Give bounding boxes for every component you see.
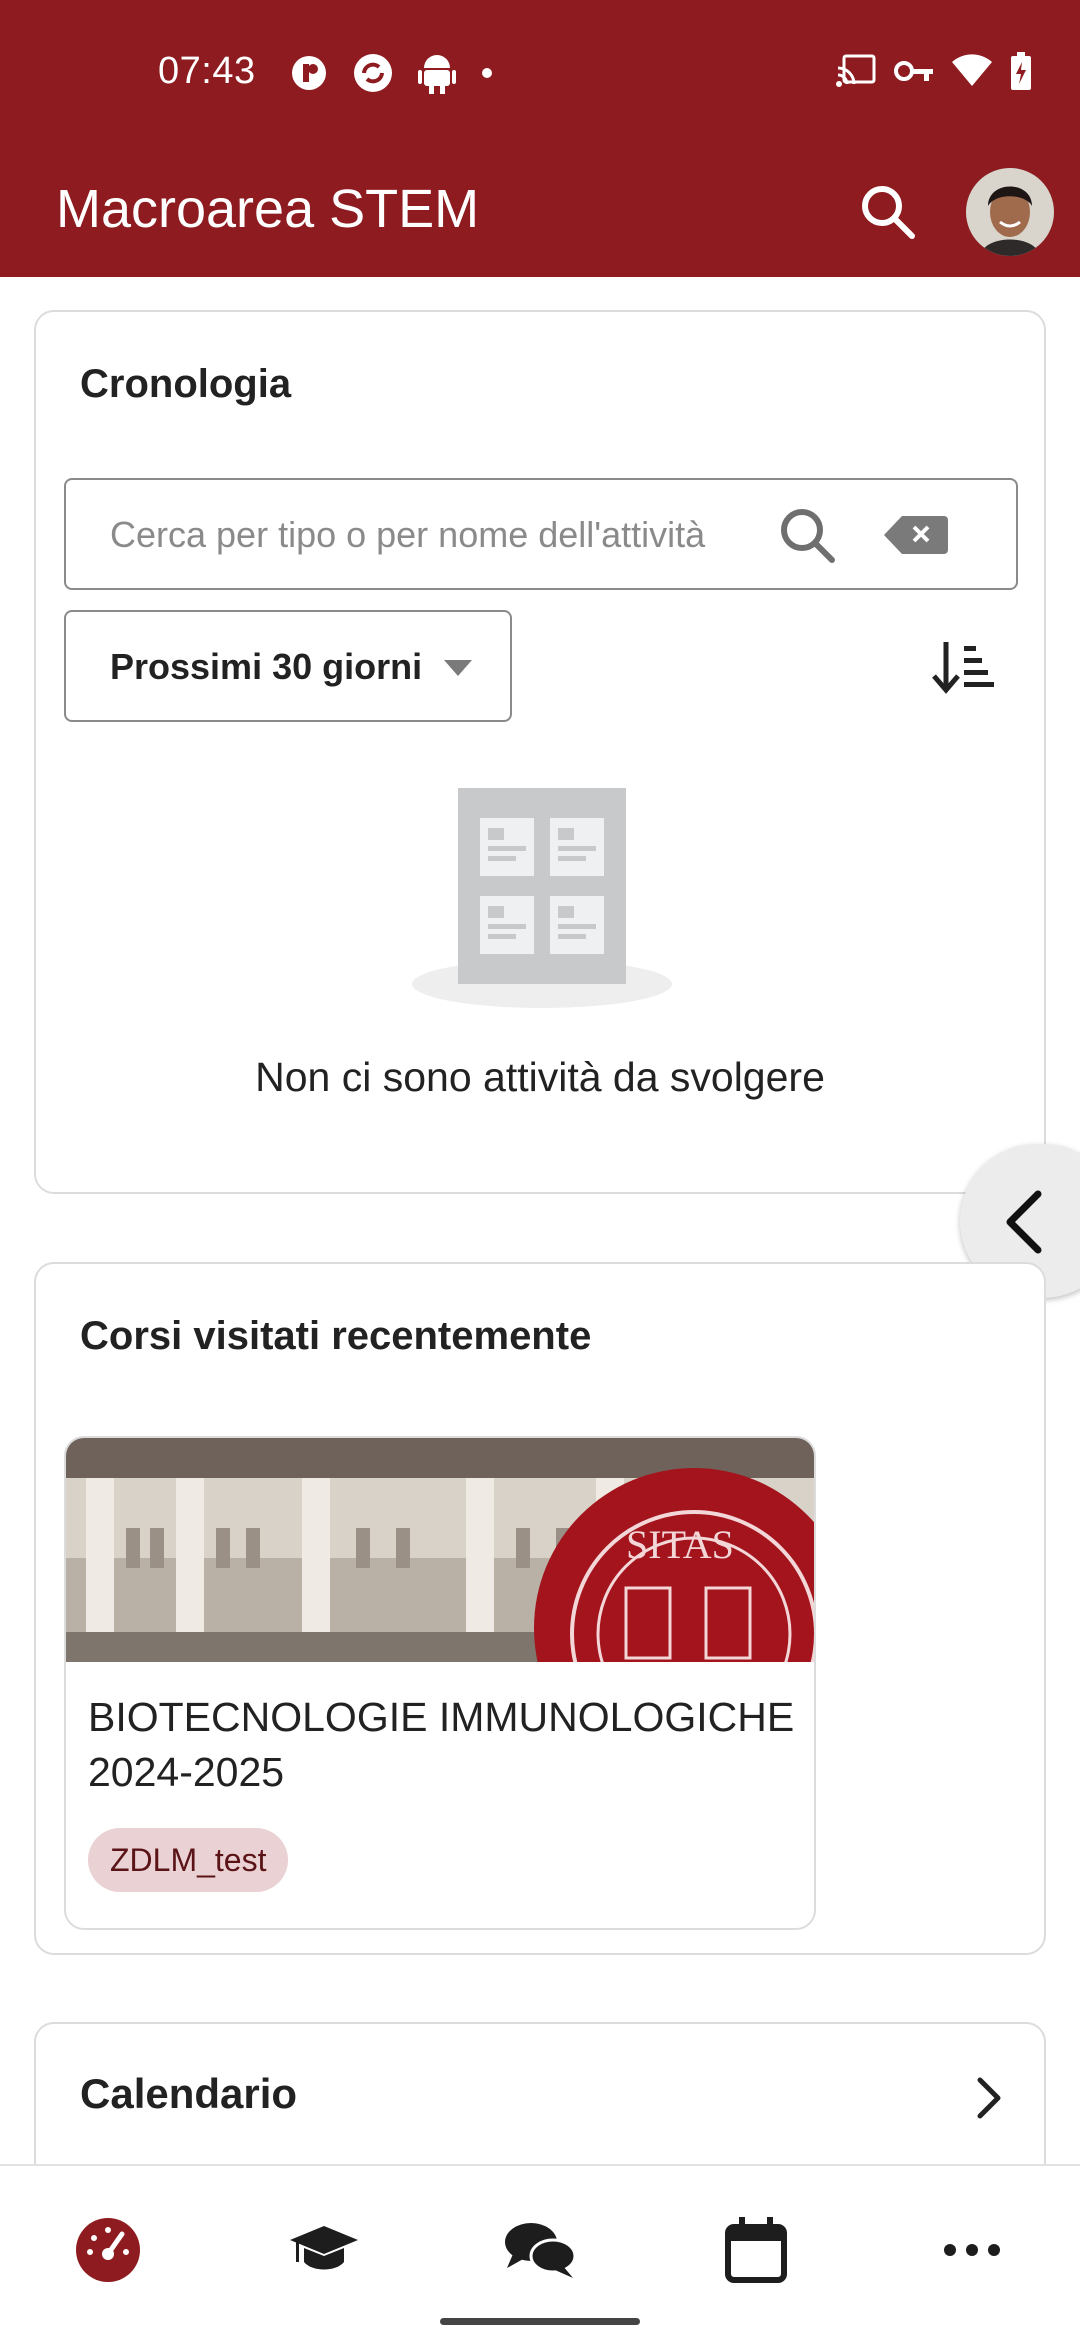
- chevron-down-icon: [444, 660, 472, 676]
- wifi-icon: [952, 54, 992, 86]
- app-bar: Macroarea STEM: [0, 150, 1080, 277]
- nav-calendar[interactable]: [706, 2200, 806, 2300]
- app-notification-icon: [292, 56, 326, 90]
- timeline-search-input[interactable]: Cerca per tipo o per nome dell'attività: [64, 478, 1018, 590]
- android-icon: [418, 55, 456, 94]
- recent-courses-card: Corsi visitati recentemente SITAS BIOTEC…: [34, 1262, 1046, 1955]
- chevron-right-icon: [977, 2077, 1001, 2119]
- cast-icon: [836, 54, 876, 87]
- nav-more[interactable]: [922, 2200, 1022, 2300]
- messages-icon: [505, 2223, 577, 2278]
- nav-dashboard[interactable]: [58, 2200, 158, 2300]
- filter-label: Prossimi 30 giorni: [110, 646, 423, 687]
- timeline-card: Cronologia Cerca per tipo o per nome del…: [34, 310, 1046, 1194]
- clear-search-icon[interactable]: [884, 514, 948, 556]
- recent-courses-title: Corsi visitati recentemente: [80, 1314, 592, 1358]
- search-icon[interactable]: [774, 502, 840, 568]
- course-name: BIOTECNOLOGIE IMMUNOLOGICHE 2024-2025: [88, 1694, 795, 1795]
- system-icons: [836, 52, 1032, 90]
- more-icon: [944, 2244, 1000, 2256]
- nav-courses[interactable]: [274, 2200, 374, 2300]
- notification-icons: [290, 52, 494, 94]
- status-bar: 07:43: [0, 0, 1080, 150]
- dashboard-icon: [76, 2218, 140, 2282]
- empty-message: Non ci sono attività da svolgere: [255, 1054, 825, 1100]
- calendar-icon: [725, 2217, 787, 2283]
- nav-messages[interactable]: [490, 2200, 590, 2300]
- avatar[interactable]: [966, 168, 1054, 256]
- calendar-title: Calendario: [80, 2070, 298, 2117]
- date-filter-select[interactable]: Prossimi 30 giorni: [64, 610, 512, 722]
- dot-icon: [482, 68, 492, 78]
- calendar-card[interactable]: Calendario: [34, 2022, 1046, 2182]
- course-image: SITAS: [66, 1438, 814, 1662]
- user-photo: [966, 168, 1054, 256]
- bottom-navigation: [0, 2164, 1080, 2342]
- sync-notification-icon: [354, 54, 392, 92]
- home-indicator[interactable]: [440, 2318, 640, 2325]
- page-title: Macroarea STEM: [56, 179, 480, 239]
- course-tag: ZDLM_test: [88, 1828, 289, 1892]
- graduation-cap-icon: [290, 2226, 358, 2270]
- search-icon[interactable]: [856, 180, 920, 244]
- course-card[interactable]: SITAS BIOTECNOLOGIE IMMUNOLOGICHE 2024-2…: [64, 1436, 816, 1930]
- empty-activities-illustration: [412, 788, 672, 1008]
- sort-icon[interactable]: [930, 634, 996, 700]
- search-placeholder: Cerca per tipo o per nome dell'attività: [110, 514, 706, 555]
- vpn-key-icon: [894, 61, 933, 81]
- svg-text:SITAS: SITAS: [626, 1522, 734, 1567]
- timeline-title: Cronologia: [80, 362, 292, 406]
- status-time: 07:43: [158, 50, 256, 92]
- battery-icon: [1011, 52, 1031, 90]
- chevron-left-icon: [1006, 1190, 1042, 1254]
